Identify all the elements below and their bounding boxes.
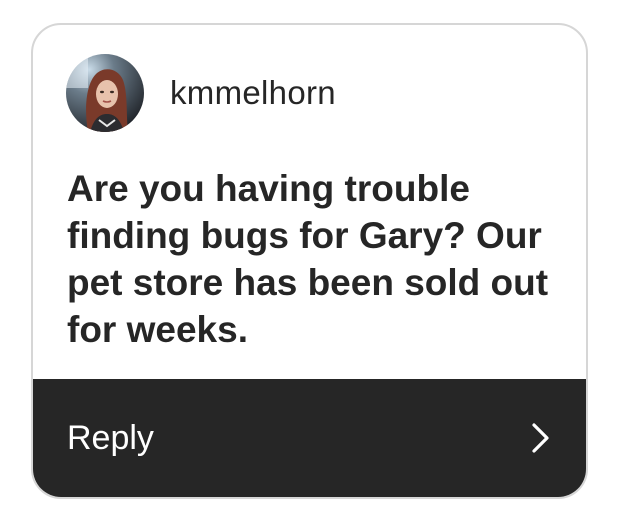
reply-button[interactable]: Reply [33,379,586,497]
comment-text: Are you having trouble finding bugs for … [67,168,549,350]
comment-header: kmmelhorn [66,53,336,133]
username[interactable]: kmmelhorn [170,74,336,112]
reply-label: Reply [67,418,154,457]
comment-card: kmmelhorn Are you having trouble finding… [31,23,588,499]
user-avatar-icon [66,54,144,132]
avatar[interactable] [66,54,144,132]
chevron-right-icon [530,421,552,455]
